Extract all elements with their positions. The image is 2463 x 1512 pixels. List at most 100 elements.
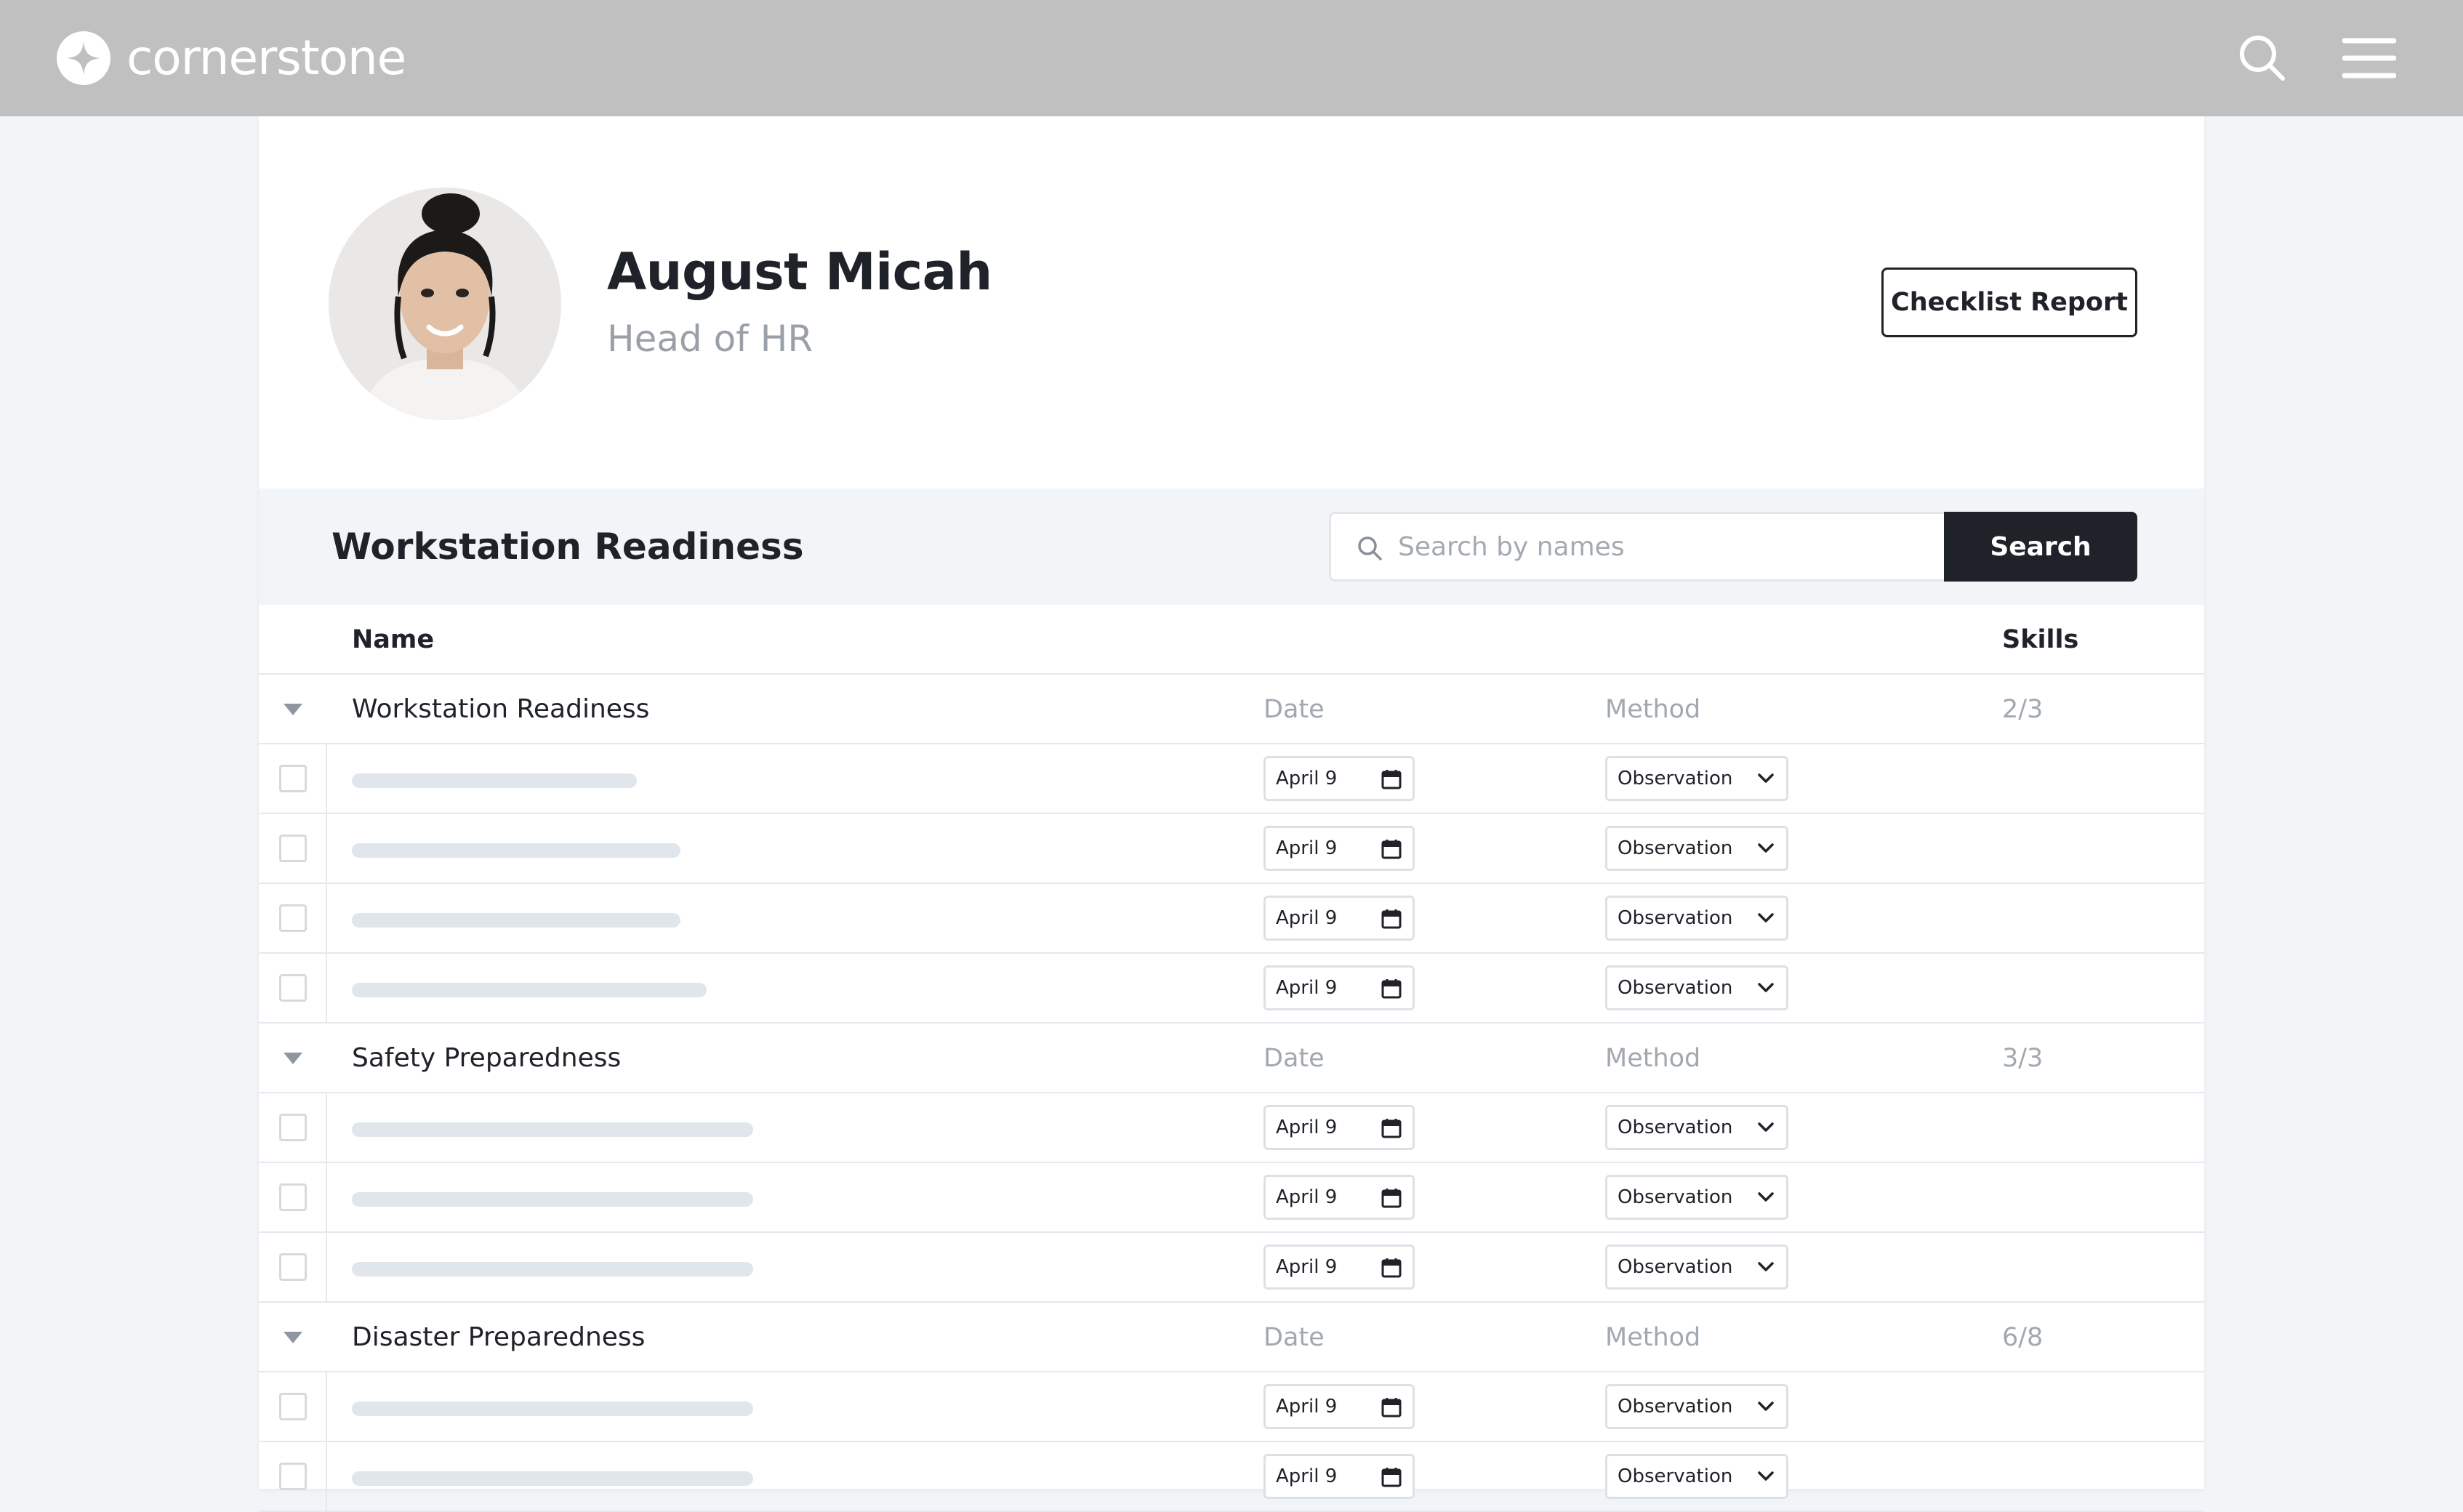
caret-down-icon[interactable] <box>282 1330 304 1345</box>
row-checkbox[interactable] <box>279 1463 307 1490</box>
chevron-down-icon <box>1758 983 1774 992</box>
skeleton-placeholder <box>352 773 637 788</box>
method-column-label: Method <box>1605 695 1701 724</box>
profile-name: August Micah <box>607 242 992 302</box>
checkbox-cell <box>259 1372 327 1441</box>
method-select[interactable]: Observation <box>1605 1244 1788 1290</box>
checklist-report-button[interactable]: Checklist Report <box>1881 268 2137 337</box>
skills-count: 6/8 <box>2002 1323 2044 1352</box>
chevron-down-icon <box>1758 1402 1774 1411</box>
date-picker[interactable]: April 9 <box>1263 826 1415 871</box>
table-row: April 9 Observation <box>259 1093 2204 1163</box>
method-column-label: Method <box>1605 1323 1701 1352</box>
date-picker[interactable]: April 9 <box>1263 1105 1415 1150</box>
hamburger-menu-icon[interactable] <box>2342 38 2396 79</box>
row-checkbox[interactable] <box>279 904 307 932</box>
date-picker[interactable]: April 9 <box>1263 1175 1415 1220</box>
method-select[interactable]: Observation <box>1605 1105 1788 1150</box>
row-checkbox[interactable] <box>279 1114 307 1141</box>
section-header: Workstation Readiness Search <box>259 488 2204 605</box>
chevron-down-icon <box>1758 913 1774 922</box>
date-picker[interactable]: April 9 <box>1263 756 1415 801</box>
search-input[interactable] <box>1398 514 1936 579</box>
method-value: Observation <box>1618 1186 1733 1208</box>
group-row[interactable]: Workstation Readiness Date Method 2/3 <box>259 675 2204 744</box>
method-select[interactable]: Observation <box>1605 1175 1788 1220</box>
chevron-down-icon <box>1758 773 1774 783</box>
table-body: Workstation Readiness Date Method 2/3 Ap… <box>259 675 2204 1512</box>
chevron-down-icon <box>1758 1471 1774 1481</box>
date-picker[interactable]: April 9 <box>1263 1244 1415 1290</box>
brand-logo[interactable]: cornerstone <box>57 31 406 86</box>
table-row: April 9 Observation <box>259 744 2204 814</box>
skeleton-placeholder <box>352 843 680 858</box>
group-row[interactable]: Safety Preparedness Date Method 3/3 <box>259 1024 2204 1093</box>
date-picker[interactable]: April 9 <box>1263 1454 1415 1499</box>
date-value: April 9 <box>1276 977 1338 999</box>
caret-down-icon[interactable] <box>282 702 304 717</box>
skeleton-placeholder <box>352 913 680 928</box>
method-value: Observation <box>1618 1117 1733 1138</box>
section-title: Workstation Readiness <box>332 526 804 568</box>
search-icon <box>1358 536 1382 560</box>
search-box <box>1329 512 1947 582</box>
skeleton-placeholder <box>352 1192 753 1207</box>
avatar <box>329 188 561 420</box>
checklist-table: Name Skills Workstation Readiness Date M… <box>259 605 2204 1512</box>
method-value: Observation <box>1618 1396 1733 1418</box>
method-select[interactable]: Observation <box>1605 965 1788 1010</box>
method-value: Observation <box>1618 768 1733 789</box>
skeleton-placeholder <box>352 1122 753 1137</box>
checkbox-cell <box>259 814 327 882</box>
date-picker[interactable]: April 9 <box>1263 896 1415 941</box>
checkbox-cell <box>259 1093 327 1162</box>
calendar-icon[interactable] <box>1381 1396 1402 1418</box>
calendar-icon[interactable] <box>1381 908 1402 930</box>
caret-down-icon[interactable] <box>282 1051 304 1066</box>
calendar-icon[interactable] <box>1381 978 1402 1000</box>
row-checkbox[interactable] <box>279 1253 307 1281</box>
group-name: Workstation Readiness <box>352 694 650 724</box>
chevron-down-icon <box>1758 1122 1774 1132</box>
date-value: April 9 <box>1276 837 1338 859</box>
search-icon[interactable] <box>2238 33 2287 83</box>
row-checkbox[interactable] <box>279 1183 307 1211</box>
date-value: April 9 <box>1276 1396 1338 1418</box>
top-bar: cornerstone <box>0 0 2463 116</box>
group-name: Disaster Preparedness <box>352 1322 646 1352</box>
method-column-label: Method <box>1605 1044 1701 1073</box>
date-picker[interactable]: April 9 <box>1263 965 1415 1010</box>
row-checkbox[interactable] <box>279 1393 307 1420</box>
calendar-icon[interactable] <box>1381 1257 1402 1279</box>
method-select[interactable]: Observation <box>1605 826 1788 871</box>
row-checkbox[interactable] <box>279 974 307 1002</box>
table-row: April 9 Observation <box>259 814 2204 884</box>
skeleton-placeholder <box>352 1471 753 1486</box>
search-button[interactable]: Search <box>1944 512 2137 582</box>
brand-name: cornerstone <box>126 30 406 86</box>
row-checkbox[interactable] <box>279 765 307 792</box>
profile-title: Head of HR <box>607 318 813 360</box>
date-value: April 9 <box>1276 1117 1338 1138</box>
chevron-down-icon <box>1758 1262 1774 1271</box>
method-value: Observation <box>1618 1256 1733 1278</box>
method-select[interactable]: Observation <box>1605 896 1788 941</box>
calendar-icon[interactable] <box>1381 838 1402 860</box>
method-select[interactable]: Observation <box>1605 1454 1788 1499</box>
method-select[interactable]: Observation <box>1605 756 1788 801</box>
group-row[interactable]: Disaster Preparedness Date Method 6/8 <box>259 1303 2204 1372</box>
calendar-icon[interactable] <box>1381 768 1402 790</box>
date-picker[interactable]: April 9 <box>1263 1384 1415 1429</box>
row-checkbox[interactable] <box>279 835 307 862</box>
checkbox-cell <box>259 1163 327 1231</box>
date-column-label: Date <box>1263 1323 1325 1352</box>
table-header: Name Skills <box>259 605 2204 675</box>
method-value: Observation <box>1618 837 1733 859</box>
method-select[interactable]: Observation <box>1605 1384 1788 1429</box>
date-value: April 9 <box>1276 1465 1338 1487</box>
calendar-icon[interactable] <box>1381 1187 1402 1209</box>
calendar-icon[interactable] <box>1381 1117 1402 1139</box>
profile-card: August Micah Head of HR Checklist Report… <box>259 116 2204 1512</box>
cornerstone-logo-icon <box>57 31 111 85</box>
calendar-icon[interactable] <box>1381 1466 1402 1488</box>
